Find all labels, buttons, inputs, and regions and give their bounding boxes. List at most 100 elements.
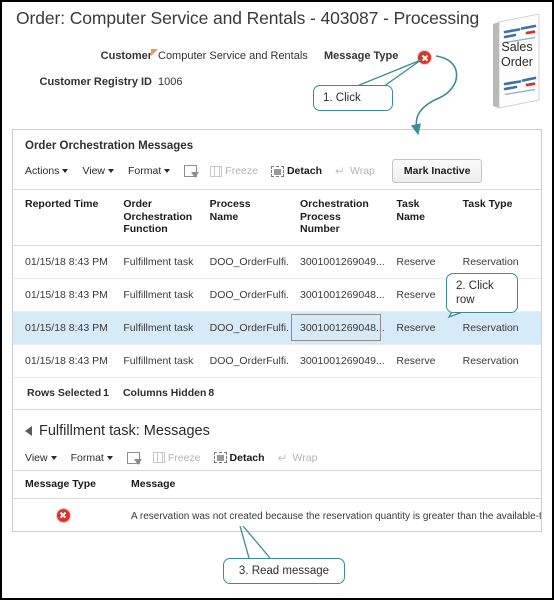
detach-filter-icon (184, 165, 200, 178)
cell-reported-time[interactable]: 01/15/18 8:43 PM (13, 311, 112, 345)
sub-detach-label: Detach (229, 451, 265, 464)
wrap-icon (278, 453, 290, 463)
column-header-task-name[interactable]: Task Name (384, 189, 451, 246)
subsection-title: Fulfillment task: Messages (39, 422, 210, 439)
columns-hidden-value: 8 (208, 386, 215, 399)
detach-label: Detach (286, 165, 322, 177)
sub-detach-filter-button[interactable] (126, 451, 142, 465)
cell-task-name[interactable]: Reserve (384, 344, 451, 378)
chevron-down-icon (108, 169, 115, 174)
messages-table: Message Type Message A reservation was n… (13, 469, 541, 531)
cell-reported-time[interactable]: 01/15/18 8:43 PM (13, 245, 112, 279)
sales-order-label: Sales Order (489, 40, 545, 70)
sub-detach-button[interactable]: Detach (213, 451, 265, 464)
cell-process-name[interactable]: DOO_OrderFulfi... (197, 278, 288, 312)
cell-task-name[interactable]: Reserve (384, 245, 451, 279)
messages-row[interactable]: A reservation was not created because th… (13, 498, 541, 531)
actions-menu-label: Actions (25, 165, 60, 177)
wrap-icon (335, 166, 347, 176)
cell-function[interactable]: Fulfillment task (111, 344, 198, 378)
cell-task-type[interactable]: Reservation (450, 344, 541, 378)
actions-menu[interactable]: Actions (25, 165, 69, 177)
required-field-marker-icon (151, 49, 158, 56)
column-header-message[interactable]: Message (119, 469, 541, 499)
sub-wrap-button[interactable]: Wrap (278, 452, 318, 464)
sub-view-menu[interactable]: View (25, 452, 57, 464)
order-orchestration-messages-panel: Order Orchestration Messages Actions Vie… (12, 129, 542, 532)
freeze-button[interactable]: Freeze (210, 165, 258, 177)
sub-view-menu-label: View (25, 451, 48, 464)
message-type-label: Message Type (324, 50, 399, 62)
column-header-message-type[interactable]: Message Type (13, 469, 119, 499)
customer-label: Customer (100, 50, 152, 62)
cell-process-name[interactable]: DOO_OrderFulfi... (197, 344, 288, 378)
freeze-icon (210, 165, 223, 177)
cell-message-type-icon (13, 498, 119, 531)
rows-selected-label: Rows Selected (27, 386, 102, 399)
customer-value: Computer Service and Rentals (158, 50, 308, 62)
column-header-process-name[interactable]: Process Name (197, 189, 288, 246)
cell-task-name[interactable]: Reserve (384, 311, 451, 345)
cell-function[interactable]: Fulfillment task (111, 278, 198, 312)
rows-selected-value: 1 (103, 386, 109, 399)
panel-toolbar: Actions View Format Freeze Detach Wrap M… (13, 152, 541, 189)
view-menu[interactable]: View (82, 165, 115, 177)
wrap-label: Wrap (349, 165, 375, 177)
columns-hidden-label: Columns Hidden (122, 386, 207, 399)
detach-filter-button[interactable] (184, 165, 200, 178)
cell-reported-time[interactable]: 01/15/18 8:43 PM (13, 344, 112, 378)
cell-function[interactable]: Fulfillment task (111, 311, 198, 345)
sub-freeze-label: Freeze (167, 451, 201, 464)
customer-registry-id-label: Customer Registry ID (39, 76, 152, 88)
messages-header-row: Message Type Message (13, 469, 541, 499)
chevron-down-icon (62, 169, 69, 174)
customer-registry-id-value: 1006 (158, 76, 183, 88)
sales-order-label-line1: Sales (501, 40, 533, 54)
page-title: Order: Computer Service and Rentals - 40… (16, 8, 480, 28)
disclosure-triangle-icon[interactable] (25, 425, 32, 436)
cell-function[interactable]: Fulfillment task (111, 245, 198, 279)
panel-title: Order Orchestration Messages (25, 140, 194, 152)
message-type-error-icon[interactable] (417, 50, 432, 70)
callout-step-1: 1. Click (313, 85, 393, 111)
table-row[interactable]: 01/15/18 8:43 PM Fulfillment task DOO_Or… (13, 344, 541, 378)
cell-process-number[interactable]: 3001001269049... (288, 344, 385, 378)
callout-step-2: 2. Click row (446, 273, 518, 313)
cell-process-name[interactable]: DOO_OrderFulfi... (197, 245, 288, 279)
sub-wrap-label: Wrap (292, 451, 318, 464)
sales-order-label-line2: Order (501, 55, 533, 69)
detach-button[interactable]: Detach (270, 165, 322, 177)
callout-step-3: 3. Read message (223, 558, 345, 584)
wrap-button[interactable]: Wrap (335, 165, 375, 177)
chevron-down-icon (106, 455, 113, 460)
sub-format-menu[interactable]: Format (71, 452, 113, 464)
chevron-down-icon (164, 169, 171, 174)
detach-filter-icon (126, 451, 142, 465)
detach-icon (213, 452, 227, 463)
screenshot-frame: Order: Computer Service and Rentals - 40… (0, 0, 554, 600)
freeze-label: Freeze (225, 165, 258, 177)
format-menu-label: Format (128, 165, 162, 177)
cell-task-type[interactable]: Reservation (450, 311, 541, 345)
sales-order-badge[interactable]: Sales Order (489, 13, 545, 110)
chevron-down-icon (50, 455, 57, 460)
column-header-order-orchestration-function[interactable]: Order Orchestration Function (111, 189, 198, 246)
subsection-toolbar: View Format Freeze Detach Wrap (13, 445, 541, 470)
cell-process-number-focused[interactable]: 3001001269048... (288, 311, 385, 345)
sub-format-menu-label: Format (70, 451, 104, 464)
column-header-task-type[interactable]: Task Type (450, 189, 541, 246)
column-header-reported-time[interactable]: Reported Time (13, 189, 112, 246)
cell-process-name[interactable]: DOO_OrderFulfi... (197, 311, 288, 345)
cell-process-number[interactable]: 3001001269049... (288, 245, 385, 279)
mark-inactive-button[interactable]: Mark Inactive (391, 159, 483, 183)
format-menu[interactable]: Format (128, 165, 171, 177)
sub-freeze-button[interactable]: Freeze (152, 451, 201, 464)
cell-message-text: A reservation was not created because th… (119, 498, 541, 531)
column-header-orchestration-process-number[interactable]: Orchestration Process Number (288, 189, 385, 246)
freeze-icon (152, 452, 165, 463)
table-row-selected[interactable]: 01/15/18 8:43 PM Fulfillment task DOO_Or… (13, 311, 541, 345)
cell-reported-time[interactable]: 01/15/18 8:43 PM (13, 278, 112, 312)
fulfillment-task-messages-header[interactable]: Fulfillment task: Messages (13, 410, 541, 445)
cell-process-number[interactable]: 3001001269048... (288, 278, 385, 312)
cell-task-name[interactable]: Reserve (384, 278, 451, 312)
